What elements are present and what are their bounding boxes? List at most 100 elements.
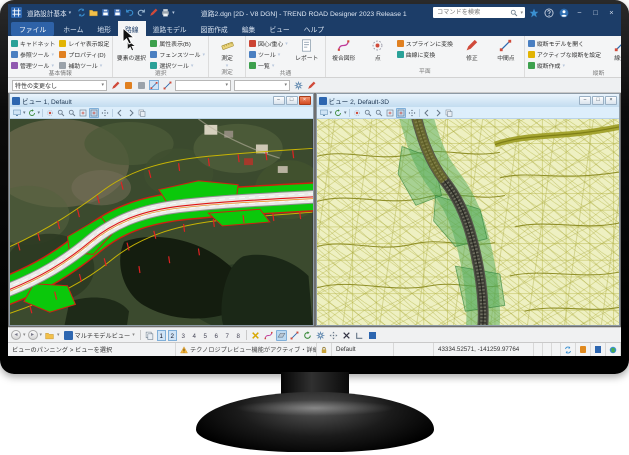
save-as-button[interactable] [112, 8, 122, 18]
workflow-preset-dropdown[interactable]: 道路設計基本▾ [25, 8, 73, 18]
ribbon-item-reference-tools[interactable]: 参照ツール▾ [11, 50, 55, 59]
midpoint-button[interactable]: 中間点 [491, 37, 521, 62]
tech-preview-warning[interactable]: テクノロジプレビュー機能がアクティブ・詳細についてはメッセージセンターを確認して… [176, 343, 317, 356]
view-previous-button-2[interactable] [422, 108, 432, 118]
search-scope-dropdown[interactable]: ▾ [520, 10, 523, 16]
maximize-button[interactable]: □ [589, 6, 602, 19]
ribbon-item-fence-tools[interactable]: フェンスツール▾ [150, 50, 205, 59]
print-button[interactable] [160, 8, 170, 18]
minimize-button[interactable]: − [573, 6, 586, 19]
view-forward-button[interactable]: ▸ [28, 330, 38, 340]
view-rotate-button[interactable] [27, 108, 37, 118]
ribbon-item-open-profile-model[interactable]: 縦断モデルを開く [528, 39, 601, 48]
style-pen-button[interactable] [306, 80, 316, 90]
display-style-button[interactable] [12, 108, 22, 118]
snap-keypoint-button[interactable] [289, 330, 300, 341]
view-previous-button[interactable] [115, 108, 125, 118]
ribbon-item-layer-display[interactable]: レイヤ表示設定 [59, 39, 109, 48]
text-style-button[interactable] [136, 80, 146, 90]
ribbon-item-select-tools[interactable]: 選択ツール▾ [150, 61, 205, 70]
element-template-dropdown[interactable]: 特性の変更なし▾ [12, 80, 107, 91]
window-area-button-2[interactable] [385, 108, 395, 118]
tab-home[interactable]: ホーム [56, 21, 90, 37]
ribbon-item-aux-tools[interactable]: 補助ツール▾ [59, 61, 109, 70]
markup-pen-button[interactable] [148, 8, 158, 18]
tab-view[interactable]: ビュー [262, 21, 296, 37]
view-rotate-button-2[interactable] [333, 108, 343, 118]
point-button[interactable]: 点 [363, 37, 393, 62]
active-level-indicator[interactable]: Default [332, 343, 394, 356]
ribbon-item-tools[interactable]: ツール▾ [249, 50, 288, 59]
search-icon[interactable] [510, 9, 518, 17]
copy-view-button[interactable] [137, 108, 147, 118]
view-point-button[interactable] [45, 108, 55, 118]
tab-help[interactable]: ヘルプ [297, 21, 331, 37]
view-back-button[interactable]: ◂ [11, 330, 21, 340]
save-button[interactable] [100, 8, 110, 18]
active-view-group-button[interactable] [144, 330, 155, 341]
view-toggle-7[interactable]: 7 [223, 330, 232, 341]
view-toggle-4[interactable]: 4 [190, 330, 199, 341]
ribbon-item-to-spline[interactable]: スプラインに変換 [397, 39, 453, 48]
snap-rotate-button[interactable] [302, 330, 313, 341]
redo-button[interactable] [136, 8, 146, 18]
ribbon-item-cadnet[interactable]: キャドネット [11, 39, 55, 48]
ribbon-item-set-active-profile[interactable]: アクティブな縦断を設定 [528, 50, 601, 59]
qat-customize-dropdown[interactable]: ▾ [172, 10, 175, 16]
active-linestyle-button[interactable] [149, 80, 159, 90]
complex-geometry-button[interactable]: 複合図形 [329, 37, 359, 62]
dgn-work-mode-indicator[interactable] [591, 343, 606, 356]
view2-close-button[interactable]: × [605, 96, 617, 105]
view1-minimize-button[interactable]: − [273, 96, 285, 105]
view-group-folder-button[interactable] [44, 330, 55, 341]
snap-plane-button[interactable] [276, 330, 287, 341]
line-tool-button[interactable] [162, 80, 172, 90]
undo-button[interactable] [124, 8, 134, 18]
modify-button[interactable]: 修正 [457, 37, 487, 62]
copy-view-button-2[interactable] [444, 108, 454, 118]
geo-coordination-indicator[interactable] [606, 343, 621, 356]
view-toggle-3[interactable]: 3 [179, 330, 188, 341]
view-toggle-1[interactable]: 1 [157, 330, 166, 341]
tab-file[interactable]: ファイル [11, 22, 54, 36]
zoom-out-button-2[interactable] [374, 108, 384, 118]
snap-settings-button[interactable] [315, 330, 326, 341]
close-button[interactable]: × [605, 6, 618, 19]
view-toggle-5[interactable]: 5 [201, 330, 210, 341]
pan-button[interactable] [100, 108, 110, 118]
view1-title-bar[interactable]: ビュー 1, Default − □ × [10, 94, 313, 107]
measure-button[interactable]: 測定▾ [212, 37, 242, 69]
account-avatar[interactable] [558, 7, 570, 19]
accudraw-compass-button[interactable] [250, 330, 261, 341]
view-toggle-2[interactable]: 2 [168, 330, 177, 341]
snap-swap-button[interactable] [328, 330, 339, 341]
command-search-box[interactable]: ▾ [433, 7, 525, 18]
view1-close-button[interactable]: × [299, 96, 311, 105]
zoom-in-button-2[interactable] [363, 108, 373, 118]
snap-nearest-button[interactable] [263, 330, 274, 341]
ribbon-item-to-curve[interactable]: 曲線に変換 [397, 50, 453, 59]
tab-terrain[interactable]: 地形 [90, 21, 118, 37]
window-area-button[interactable] [78, 108, 88, 118]
view2-canvas[interactable] [317, 119, 620, 325]
open-file-button[interactable] [88, 8, 98, 18]
level-lock-indicator[interactable] [317, 343, 332, 356]
view2-minimize-button[interactable]: − [579, 96, 591, 105]
pan-button-2[interactable] [407, 108, 417, 118]
snap-origin-button[interactable] [367, 330, 378, 341]
tab-edit[interactable]: 編集 [235, 21, 263, 37]
flame-style-button[interactable] [123, 80, 133, 90]
ribbon-item-list[interactable]: 一覧▾ [249, 61, 288, 70]
ribbon-item-properties[interactable]: プロパティ(D) [59, 50, 109, 59]
view1-canvas[interactable] [10, 119, 313, 325]
multimodel-view-dropdown[interactable]: マルチモデルビュー▾ [62, 331, 137, 340]
view2-restore-button[interactable]: □ [592, 96, 604, 105]
fit-view-button[interactable] [89, 108, 99, 118]
view-toggle-6[interactable]: 6 [212, 330, 221, 341]
line-style-select[interactable]: ▾ [175, 80, 231, 91]
view-next-button[interactable] [126, 108, 136, 118]
connect-advisor-icon[interactable] [528, 7, 540, 19]
ribbon-item-attr-display[interactable]: 属性表示(B) [150, 39, 205, 48]
ribbon-item-manage-tools[interactable]: 管理ツール▾ [11, 61, 55, 70]
ribbon-item-centroid[interactable]: 図心/重心▾ [249, 39, 288, 48]
